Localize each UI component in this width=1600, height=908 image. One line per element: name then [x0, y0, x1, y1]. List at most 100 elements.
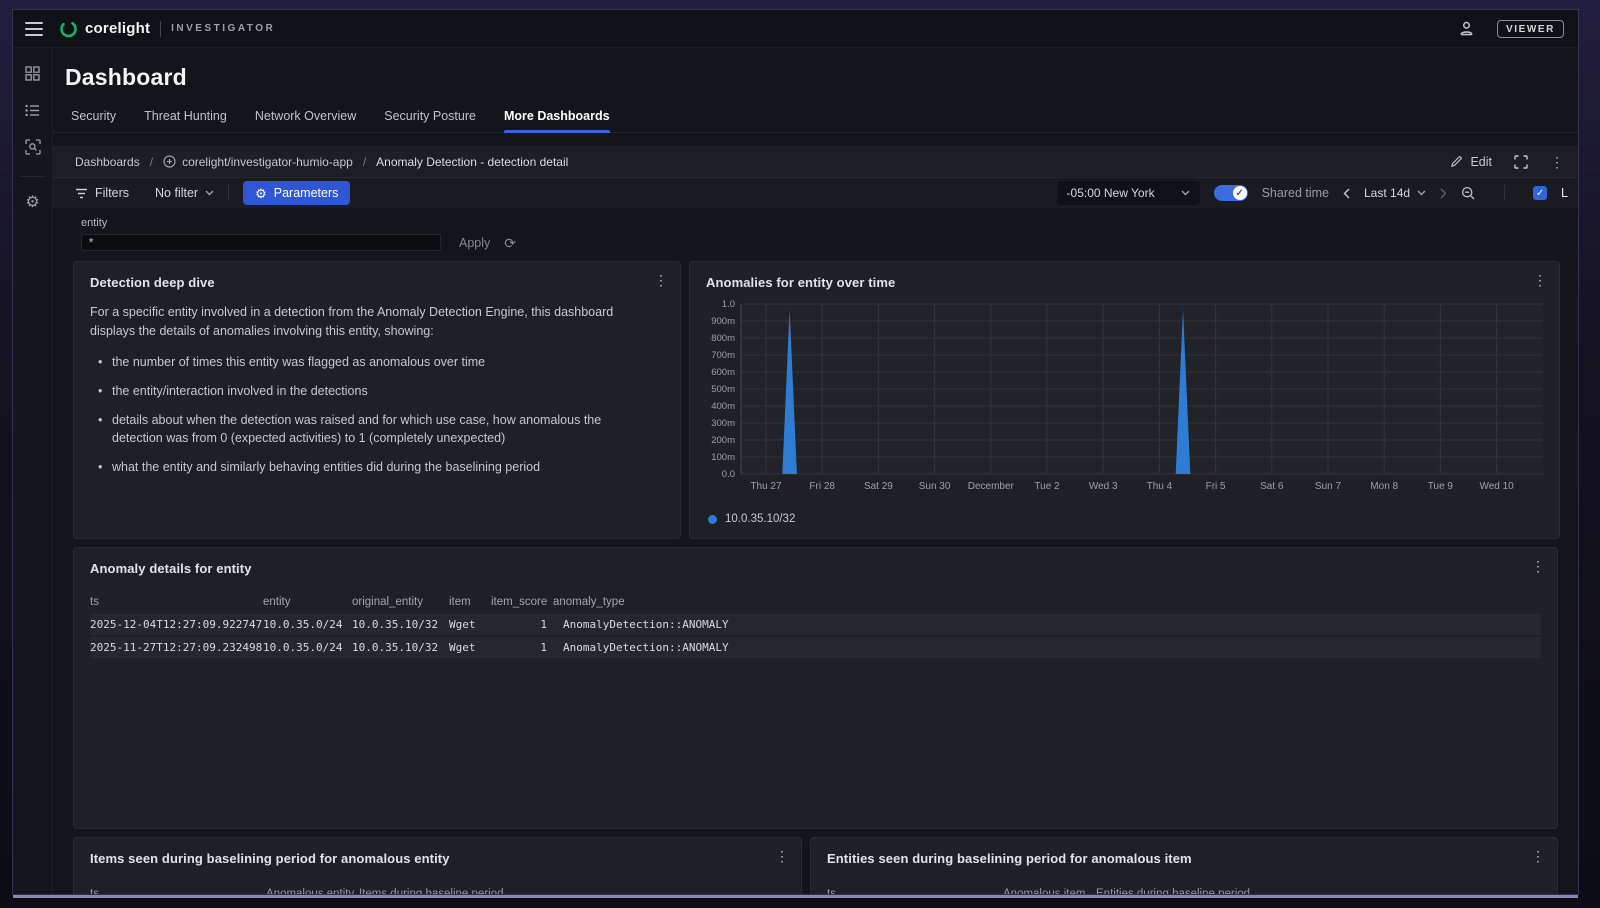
zoom-out-icon[interactable]: [1461, 186, 1476, 201]
table-cell[interactable]: 1: [491, 637, 553, 658]
column-header[interactable]: Anomalous item: [1003, 880, 1096, 894]
table-cell[interactable]: 10.0.35.10/32: [352, 637, 449, 658]
panel-title: Items seen during baselining period for …: [90, 851, 785, 866]
table-row[interactable]: 2025-12-04T12:27:09.922747Z10.0.35.0/241…: [90, 614, 1541, 635]
breadcrumb-separator: /: [363, 155, 366, 169]
hamburger-menu-icon[interactable]: [25, 22, 43, 36]
time-back-button[interactable]: [1343, 188, 1350, 199]
column-header[interactable]: Entities during baseline period: [1096, 880, 1541, 894]
parameters-label: Parameters: [274, 186, 339, 200]
svg-text:December: December: [968, 481, 1015, 492]
panel-kebab-menu-icon[interactable]: ⋮: [1533, 273, 1547, 287]
panel-kebab-menu-icon[interactable]: ⋮: [1531, 559, 1545, 573]
panel-title: Detection deep dive: [90, 275, 664, 290]
table-cell[interactable]: 10.0.35.10/32: [352, 614, 449, 635]
svg-text:Sun 7: Sun 7: [1315, 481, 1342, 492]
user-icon[interactable]: [1458, 20, 1475, 37]
column-header[interactable]: Items during baseline period: [359, 880, 785, 894]
panel-kebab-menu-icon[interactable]: ⋮: [1531, 849, 1545, 863]
panel-kebab-menu-icon[interactable]: ⋮: [775, 849, 789, 863]
tab-security[interactable]: Security: [71, 103, 116, 132]
no-filter-dropdown[interactable]: No filter: [155, 186, 214, 200]
parameters-button[interactable]: ⚙ Parameters: [243, 181, 350, 205]
anomalies-chart-panel: Anomalies for entity over time ⋮ 0.0100m…: [689, 261, 1560, 539]
entities-baseline-panel: Entities seen during baselining period f…: [810, 837, 1558, 894]
table-cell[interactable]: 2025-11-27T12:27:09.232498Z: [90, 637, 263, 658]
breadcrumb-package[interactable]: corelight/investigator-humio-app: [163, 155, 353, 169]
time-range-dropdown[interactable]: Last 14d: [1364, 186, 1426, 200]
filter-bar: Filters No filter ⚙ Parameters -05:00 Ne…: [53, 177, 1578, 209]
column-header[interactable]: ts: [90, 590, 263, 614]
panel-kebab-menu-icon[interactable]: ⋮: [654, 273, 668, 287]
svg-text:Tue 2: Tue 2: [1034, 481, 1060, 492]
table-cell[interactable]: AnomalyDetection::ANOMALY: [553, 637, 1541, 658]
column-header[interactable]: ts: [827, 880, 1003, 894]
column-header[interactable]: item: [449, 590, 491, 614]
product-name: INVESTIGATOR: [171, 23, 275, 34]
svg-text:Sun 30: Sun 30: [919, 481, 951, 492]
filters-button[interactable]: Filters: [75, 186, 129, 200]
shared-time-label: Shared time: [1262, 186, 1329, 200]
logo-divider: [160, 21, 161, 37]
table-cell[interactable]: 10.0.35.0/24: [263, 614, 352, 635]
panel-title: Anomaly details for entity: [90, 561, 1541, 576]
panel-title: Anomalies for entity over time: [706, 275, 1543, 290]
search-scan-nav-icon[interactable]: [21, 135, 45, 159]
entity-param-label: entity: [81, 217, 1578, 229]
live-checkbox[interactable]: ✓: [1533, 186, 1547, 200]
column-header[interactable]: entity: [263, 590, 352, 614]
main-content: Dashboard Security Threat Hunting Network …: [53, 48, 1578, 894]
app-window: corelight INVESTIGATOR VIEWER: [13, 10, 1578, 894]
column-header[interactable]: item_score: [491, 590, 553, 614]
shared-time-toggle[interactable]: ✓: [1214, 185, 1248, 201]
table-cell[interactable]: Wget: [449, 614, 491, 635]
anomalies-time-chart[interactable]: 0.0100m200m300m400m500m600m700m800m900m1…: [706, 298, 1543, 501]
timezone-dropdown[interactable]: -05:00 New York: [1057, 181, 1200, 205]
settings-gear-icon[interactable]: ⚙: [21, 190, 45, 214]
dashboard-kebab-menu-icon[interactable]: ⋮: [1550, 155, 1564, 169]
column-header[interactable]: ts: [90, 880, 266, 894]
detection-deep-dive-panel: Detection deep dive ⋮ For a specific ent…: [73, 261, 681, 539]
table-header-row: tsentityoriginal_entityitemitem_scoreano…: [90, 590, 1541, 614]
breadcrumb-dashboards[interactable]: Dashboards: [75, 155, 140, 169]
table-cell[interactable]: 2025-12-04T12:27:09.922747Z: [90, 614, 263, 635]
column-header[interactable]: Anomalous entity: [266, 880, 359, 894]
entity-param-input[interactable]: [81, 234, 441, 251]
legend-label: 10.0.35.10/32: [725, 513, 795, 525]
tab-more-dashboards[interactable]: More Dashboards: [504, 103, 610, 132]
table-cell[interactable]: 10.0.35.0/24: [263, 637, 352, 658]
tab-security-posture[interactable]: Security Posture: [384, 103, 476, 132]
table-cell[interactable]: AnomalyDetection::ANOMALY: [553, 614, 1541, 635]
tab-threat-hunting[interactable]: Threat Hunting: [144, 103, 227, 132]
tab-network-overview[interactable]: Network Overview: [255, 103, 356, 132]
chevron-down-icon: [1181, 190, 1190, 196]
apply-button[interactable]: Apply: [459, 236, 490, 250]
toggle-check-icon: ✓: [1233, 186, 1247, 200]
table-row[interactable]: 2025-11-27T12:27:09.232498Z10.0.35.0/241…: [90, 637, 1541, 658]
table-cell[interactable]: 1: [491, 614, 553, 635]
edit-button[interactable]: Edit: [1450, 155, 1492, 169]
svg-text:Fri 5: Fri 5: [1206, 481, 1226, 492]
list-nav-icon[interactable]: [21, 98, 45, 122]
edit-label: Edit: [1470, 155, 1492, 169]
dashboards-nav-icon[interactable]: [21, 61, 45, 85]
page-title: Dashboard: [53, 48, 1578, 91]
time-forward-button[interactable]: [1440, 188, 1447, 199]
refresh-icon[interactable]: ⟳: [504, 236, 516, 250]
filters-label: Filters: [95, 186, 129, 200]
svg-text:400m: 400m: [711, 401, 735, 412]
fullscreen-icon[interactable]: [1514, 155, 1528, 169]
chevron-down-icon: [205, 190, 214, 196]
breadcrumb: Dashboards / corelight/investigator-humi…: [53, 146, 1578, 177]
column-header[interactable]: original_entity: [352, 590, 449, 614]
table-cell[interactable]: Wget: [449, 637, 491, 658]
top-bar: corelight INVESTIGATOR VIEWER: [13, 10, 1578, 48]
deep-dive-intro: For a specific entity involved in a dete…: [90, 303, 660, 341]
chart-legend[interactable]: 10.0.35.10/32: [706, 513, 1543, 525]
column-header[interactable]: anomaly_type: [553, 590, 1541, 614]
parameter-row: entity Apply ⟳: [53, 209, 1578, 261]
filter-funnel-icon: [75, 188, 88, 199]
timezone-label: -05:00 New York: [1067, 186, 1155, 200]
chevron-down-icon: [1417, 190, 1426, 196]
no-filter-label: No filter: [155, 186, 198, 200]
